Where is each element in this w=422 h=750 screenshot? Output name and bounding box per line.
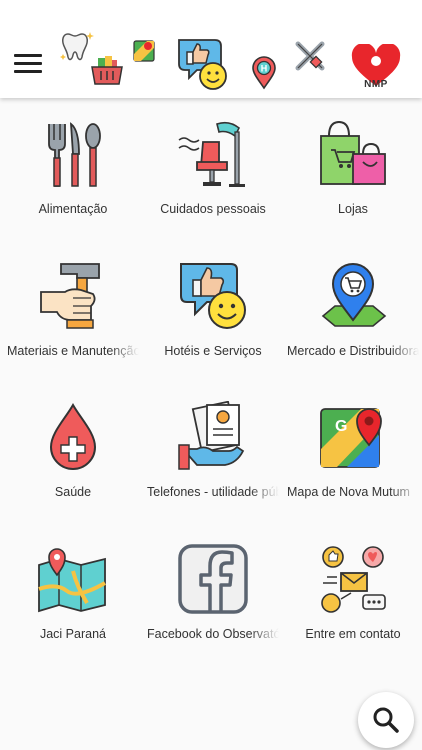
category-cuidados-pessoais[interactable]: Cuidados pessoais xyxy=(143,110,283,240)
app-header: H NMP xyxy=(0,0,422,98)
hammer-hand-icon xyxy=(40,263,100,329)
hamburger-menu-icon[interactable] xyxy=(14,54,42,76)
blood-drop-cross-icon xyxy=(49,402,97,470)
category-label: Alimentação xyxy=(38,202,108,216)
tools-icon xyxy=(295,41,325,71)
category-label: Hotéis e Serviços xyxy=(164,344,262,358)
cart-pin-icon xyxy=(321,263,387,327)
category-mercado-distribuidora[interactable]: Mercado e Distribuidora xyxy=(283,252,422,382)
category-label: Mercado e Distribuidora xyxy=(287,344,419,358)
map-pin-icon xyxy=(133,40,155,62)
nmp-logo-text: NMP xyxy=(364,79,388,90)
category-label: Telefones - utilidade pública xyxy=(147,485,279,499)
thumbs-up-smiley-icon xyxy=(178,39,227,90)
contact-card-hand-icon xyxy=(178,401,245,470)
category-jaci-parana[interactable]: Jaci Paraná xyxy=(3,535,143,665)
search-button[interactable] xyxy=(358,692,414,748)
category-mapa[interactable]: G Mapa de Nova Mutum xyxy=(283,393,422,523)
thumbs-up-smiley-icon xyxy=(180,263,246,329)
contact-network-icon xyxy=(321,546,386,613)
category-label: Mapa de Nova Mutum xyxy=(287,485,410,499)
facebook-icon xyxy=(178,544,248,614)
google-maps-icon: G xyxy=(320,408,382,468)
hotel-pin-icon: H xyxy=(252,56,276,90)
search-icon xyxy=(373,707,399,733)
nmp-logo: NMP xyxy=(350,44,402,92)
category-saude[interactable]: Saúde xyxy=(3,393,143,523)
shopping-bags-icon xyxy=(320,120,386,185)
cutlery-icon xyxy=(48,122,101,187)
category-label: Entre em contato xyxy=(305,627,401,641)
category-label: Lojas xyxy=(338,202,368,216)
category-lojas[interactable]: Lojas xyxy=(283,110,422,240)
svg-text:G: G xyxy=(335,418,347,435)
category-label: Jaci Paraná xyxy=(39,627,106,641)
category-label: Facebook do Observatório xyxy=(147,627,279,641)
category-label: Cuidados pessoais xyxy=(160,202,266,216)
category-label: Saúde xyxy=(54,485,92,499)
svg-text:H: H xyxy=(261,64,268,74)
basket-icon xyxy=(91,56,123,85)
category-facebook[interactable]: Facebook do Observatório xyxy=(143,535,283,665)
category-entre-em-contato[interactable]: Entre em contato xyxy=(283,535,422,665)
category-telefones[interactable]: Telefones - utilidade pública xyxy=(143,393,283,523)
category-materiais-manutencao[interactable]: Materiais e Manutenção xyxy=(3,252,143,382)
category-alimentacao[interactable]: Alimentação xyxy=(3,110,143,240)
category-label: Materiais e Manutenção xyxy=(7,344,139,358)
category-hoteis-servicos[interactable]: Hotéis e Serviços xyxy=(143,252,283,382)
salon-chair-icon xyxy=(178,121,245,187)
folded-map-icon xyxy=(38,548,106,613)
tooth-icon xyxy=(60,32,94,61)
